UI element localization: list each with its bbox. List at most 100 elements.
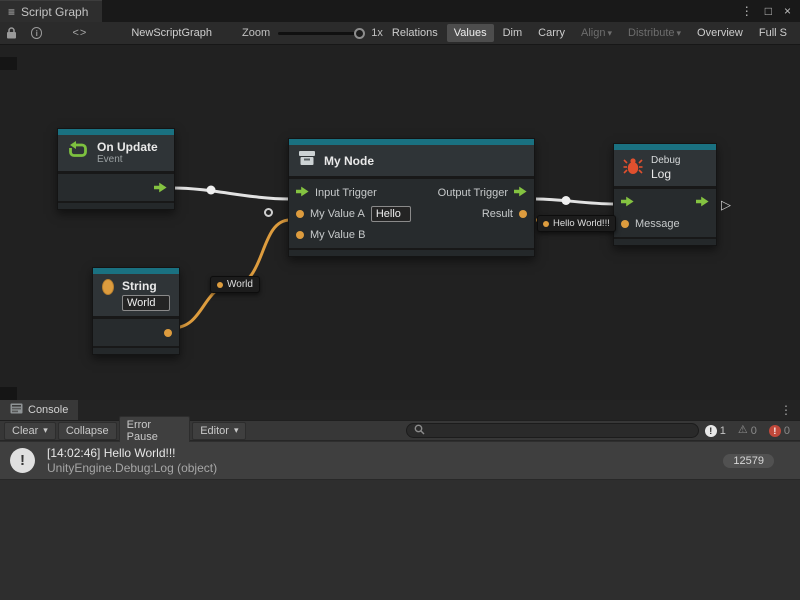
value-input-port[interactable] xyxy=(296,210,304,218)
warning-icon: ⚠ xyxy=(738,425,748,436)
console-tab[interactable]: Console xyxy=(0,400,78,420)
my-value-a-input[interactable] xyxy=(371,206,411,222)
carry-button[interactable]: Carry xyxy=(531,24,572,42)
tab-menu-icon[interactable]: ≡ xyxy=(8,5,15,19)
node-subtitle: Event xyxy=(97,154,158,166)
console-log-list: ! [14:02:46] Hello World!!! UnityEngine.… xyxy=(0,442,800,600)
port-label-message: Message xyxy=(635,218,680,230)
value-output-port[interactable] xyxy=(164,329,172,337)
port-label-input-trigger: Input Trigger xyxy=(315,187,377,199)
box-icon xyxy=(298,150,316,171)
port-label-result: Result xyxy=(482,208,513,220)
search-icon xyxy=(414,424,425,438)
window-titlebar: ≡ Script Graph ⋮ □ × xyxy=(0,0,800,22)
zoom-knob[interactable] xyxy=(354,28,365,39)
log-line-1: [14:02:46] Hello World!!! xyxy=(47,445,217,461)
value-dot-icon xyxy=(217,282,223,288)
console-panel: Console ⋮ Clear ▾ Collapse Error Pause E… xyxy=(0,400,800,600)
window-maximize-button[interactable]: □ xyxy=(765,4,772,18)
node-on-update[interactable]: On Update Event xyxy=(57,128,175,210)
flow-input-port[interactable] xyxy=(621,196,634,210)
value-output-port[interactable] xyxy=(519,210,527,218)
node-subtitle: Log xyxy=(651,167,680,181)
console-toolbar: Clear ▾ Collapse Error Pause Editor ▾ ! … xyxy=(0,420,800,441)
relations-button[interactable]: Relations xyxy=(385,24,445,42)
port-label-output-trigger: Output Trigger xyxy=(438,187,508,199)
node-footer xyxy=(93,346,179,354)
info-count[interactable]: ! 1 xyxy=(699,425,732,437)
flow-output-port[interactable] xyxy=(154,182,167,193)
warning-count[interactable]: ⚠ 0 xyxy=(732,425,763,437)
value-dot-icon xyxy=(543,221,549,227)
bug-icon xyxy=(623,157,643,180)
update-loop-icon xyxy=(67,141,89,165)
error-pause-button[interactable]: Error Pause xyxy=(119,416,191,446)
graph-toolbar: i <> NewScriptGraph Zoom 1x Relations Va… xyxy=(0,22,800,45)
lock-icon[interactable] xyxy=(6,27,17,39)
node-string[interactable]: String xyxy=(92,267,180,355)
node-footer xyxy=(614,237,716,245)
value-input-port[interactable] xyxy=(296,231,304,239)
wire-value-badge-hello-world: Hello World!!! xyxy=(537,215,616,232)
console-icon xyxy=(10,403,23,417)
carry-pointer-icon: ▷ xyxy=(721,197,731,213)
zoom-value: 1x xyxy=(371,27,383,39)
code-icon[interactable]: <> xyxy=(72,27,87,39)
chevron-down-icon: ▾ xyxy=(677,28,682,38)
chevron-down-icon: ▾ xyxy=(608,28,613,38)
clear-button[interactable]: Clear ▾ xyxy=(4,422,56,440)
log-count-badge: 12579 xyxy=(723,454,774,468)
node-title: String xyxy=(122,279,170,293)
node-debug-log[interactable]: Debug Log Message xyxy=(613,143,717,246)
port-label-my-value-b: My Value B xyxy=(310,229,365,241)
window-more-button[interactable]: ⋮ xyxy=(741,4,753,18)
info-icon: ! xyxy=(705,425,717,437)
log-entry[interactable]: ! [14:02:46] Hello World!!! UnityEngine.… xyxy=(0,442,800,480)
wire-value-badge-world: World xyxy=(210,276,260,293)
node-footer xyxy=(58,201,174,209)
graph-canvas[interactable]: On Update Event My Nod xyxy=(0,45,800,400)
unity-editor-window: ≡ Script Graph ⋮ □ × i <> NewScriptGraph… xyxy=(0,0,800,600)
port-label-my-value-a: My Value A xyxy=(310,208,365,220)
editor-button[interactable]: Editor ▾ xyxy=(192,422,246,440)
script-graph-tab[interactable]: ≡ Script Graph xyxy=(0,0,102,22)
chevron-down-icon: ▾ xyxy=(43,425,48,436)
node-title: On Update xyxy=(97,140,158,154)
error-count[interactable]: ! 0 xyxy=(763,425,796,437)
chevron-down-icon: ▾ xyxy=(234,425,239,436)
info-log-icon: ! xyxy=(10,448,35,473)
node-my-node[interactable]: My Node Input Trigger Output Trigger xyxy=(288,138,535,257)
fullscreen-button[interactable]: Full S xyxy=(752,24,794,42)
flow-output-port[interactable] xyxy=(514,186,527,200)
node-title: My Node xyxy=(324,154,374,168)
collapse-button[interactable]: Collapse xyxy=(58,422,117,440)
wire-dot xyxy=(562,196,571,205)
unconnected-port-icon[interactable] xyxy=(264,208,273,217)
zoom-slider[interactable] xyxy=(278,32,365,35)
inspect-icon[interactable]: i xyxy=(31,27,42,39)
overview-button[interactable]: Overview xyxy=(690,24,750,42)
log-line-2: UnityEngine.Debug:Log (object) xyxy=(47,461,217,476)
string-literal-icon xyxy=(102,279,114,295)
align-button[interactable]: Align▾ xyxy=(574,24,619,42)
node-title: Debug xyxy=(651,155,680,167)
wire-onupdate-to-inputtrigger[interactable] xyxy=(173,188,290,199)
tab-title: Script Graph xyxy=(21,5,88,19)
values-button[interactable]: Values xyxy=(447,24,494,42)
error-icon: ! xyxy=(769,425,781,437)
dim-button[interactable]: Dim xyxy=(496,24,530,42)
wire-string-to-myvaluea[interactable] xyxy=(172,220,290,328)
console-more-button[interactable]: ⋮ xyxy=(780,403,800,417)
distribute-button[interactable]: Distribute▾ xyxy=(621,24,688,42)
zoom-label: Zoom xyxy=(242,27,270,39)
console-search-field[interactable] xyxy=(406,423,698,438)
node-footer xyxy=(289,248,534,256)
window-close-button[interactable]: × xyxy=(784,4,791,18)
console-search-input[interactable] xyxy=(430,425,690,437)
flow-output-port[interactable] xyxy=(696,196,709,210)
string-value-input[interactable] xyxy=(122,295,170,311)
graph-name: NewScriptGraph xyxy=(131,27,212,39)
value-input-port[interactable] xyxy=(621,220,629,228)
flow-input-port[interactable] xyxy=(296,186,309,200)
wire-outputtrigger-to-debug[interactable] xyxy=(536,199,614,204)
